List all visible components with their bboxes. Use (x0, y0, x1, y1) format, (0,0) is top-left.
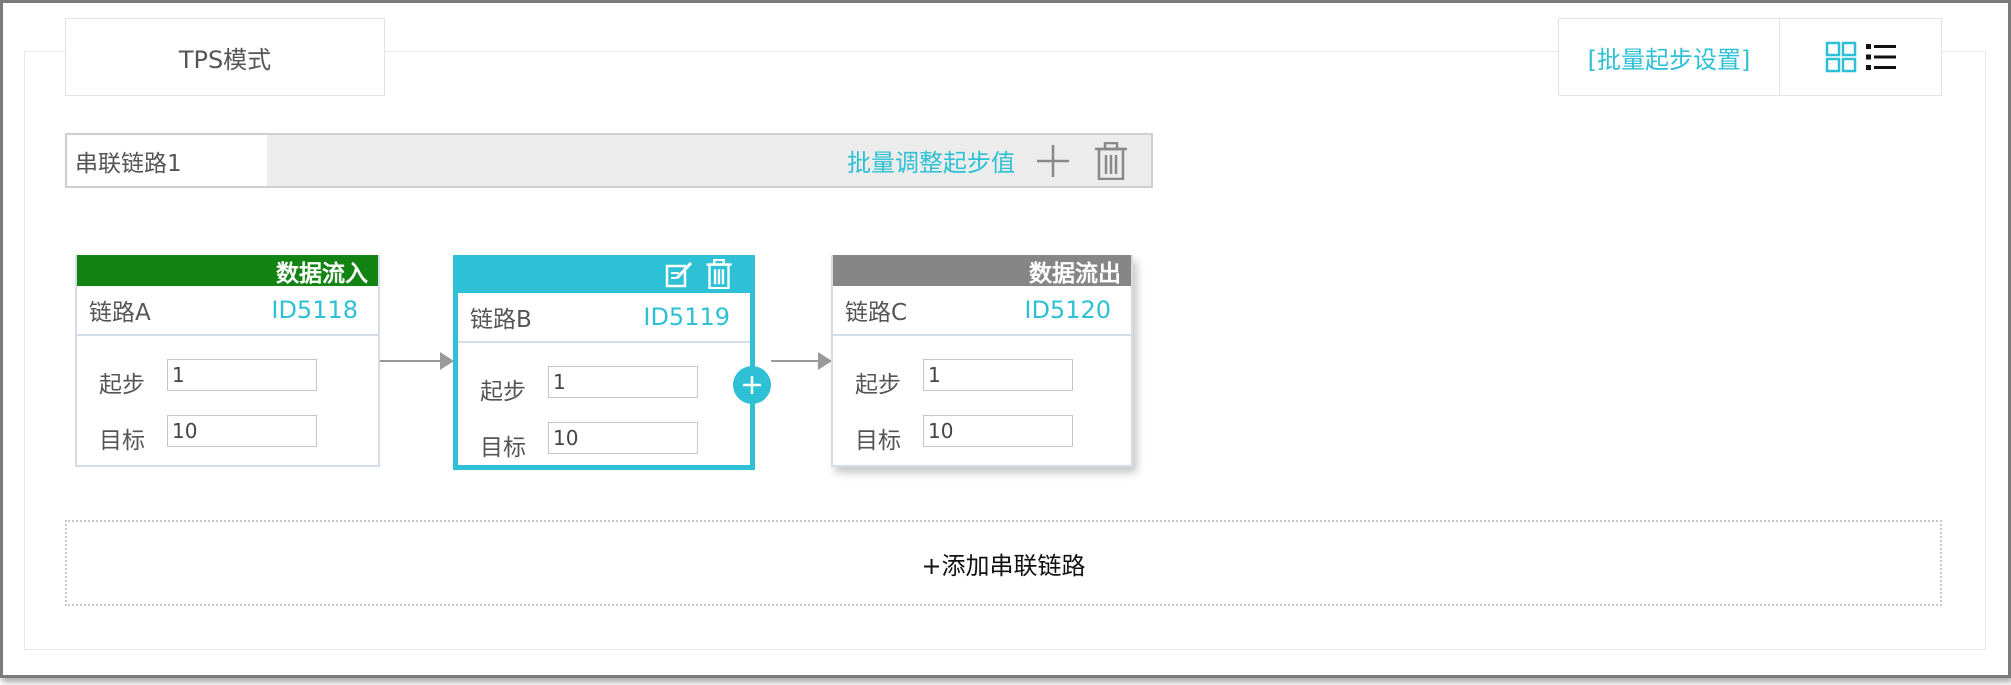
plus-icon (743, 376, 761, 394)
node-name: 链路A (89, 300, 151, 326)
node-title-row: 链路A ID5118 (77, 286, 378, 336)
target-input[interactable] (548, 422, 698, 454)
start-field-row: 起步 (480, 361, 750, 405)
start-label: 起步 (480, 379, 526, 405)
grid-view-icon[interactable] (1825, 41, 1857, 73)
connector-line (771, 360, 818, 362)
node-header-label: 数据流出 (1029, 260, 1121, 287)
node-header-data-in: 数据流入 (77, 255, 378, 287)
node-header-label: 数据流入 (276, 260, 368, 287)
node-body: 起步 目标 (833, 336, 1131, 454)
start-field-row: 起步 (855, 354, 1131, 398)
target-field-row: 目标 (99, 410, 378, 454)
chain-node-c[interactable]: 数据流出 链路C ID5120 起步 目标 (831, 255, 1133, 467)
node-header-selected (458, 255, 750, 293)
add-node-button[interactable] (733, 366, 771, 404)
target-field-row: 目标 (480, 417, 750, 461)
edit-icon[interactable] (664, 259, 694, 289)
target-input[interactable] (923, 415, 1073, 447)
serial-chain-bar: 串联链路1 批量调整起步值 (65, 133, 1153, 188)
target-field-row: 目标 (855, 410, 1131, 454)
start-label: 起步 (99, 372, 145, 398)
batch-start-settings-link[interactable]: [批量起步设置] (1559, 19, 1780, 95)
node-title-row: 链路C ID5120 (833, 286, 1131, 336)
list-view-icon[interactable] (1865, 41, 1897, 73)
chain-actions: 批量调整起步值 (267, 141, 1151, 181)
start-input[interactable] (923, 359, 1073, 391)
target-label: 目标 (855, 428, 901, 454)
chain-node-b[interactable]: 链路B ID5119 起步 目标 (453, 255, 755, 470)
top-right-toolbar: [批量起步设置] (1558, 18, 1942, 96)
target-label: 目标 (480, 435, 526, 461)
node-id: ID5118 (271, 296, 358, 324)
batch-adjust-start-button[interactable]: 批量调整起步值 (847, 143, 1015, 178)
add-serial-chain-button[interactable]: +添加串联链路 (65, 520, 1942, 606)
start-field-row: 起步 (99, 354, 378, 398)
arrow-right-icon (440, 352, 454, 370)
tab-tps-mode[interactable]: TPS模式 (65, 18, 385, 96)
start-input[interactable] (548, 366, 698, 398)
node-name: 链路C (845, 300, 908, 326)
node-id: ID5120 (1024, 296, 1111, 324)
node-body: 起步 目标 (77, 336, 378, 454)
view-toggle-group (1780, 19, 1941, 95)
plus-icon[interactable] (1033, 141, 1073, 181)
target-label: 目标 (99, 428, 145, 454)
chain-node-a[interactable]: 数据流入 链路A ID5118 起步 目标 (75, 255, 380, 467)
node-title-row: 链路B ID5119 (458, 293, 750, 343)
node-name: 链路B (470, 307, 532, 333)
trash-icon[interactable] (1091, 141, 1131, 181)
node-header-data-out: 数据流出 (833, 255, 1131, 287)
connector-line (380, 360, 440, 362)
node-id: ID5119 (643, 303, 730, 331)
node-body: 起步 目标 (458, 343, 750, 461)
chain-name-label: 串联链路1 (67, 135, 267, 186)
target-input[interactable] (167, 415, 317, 447)
start-label: 起步 (855, 372, 901, 398)
arrow-right-icon (818, 352, 832, 370)
trash-icon[interactable] (704, 259, 734, 289)
start-input[interactable] (167, 359, 317, 391)
